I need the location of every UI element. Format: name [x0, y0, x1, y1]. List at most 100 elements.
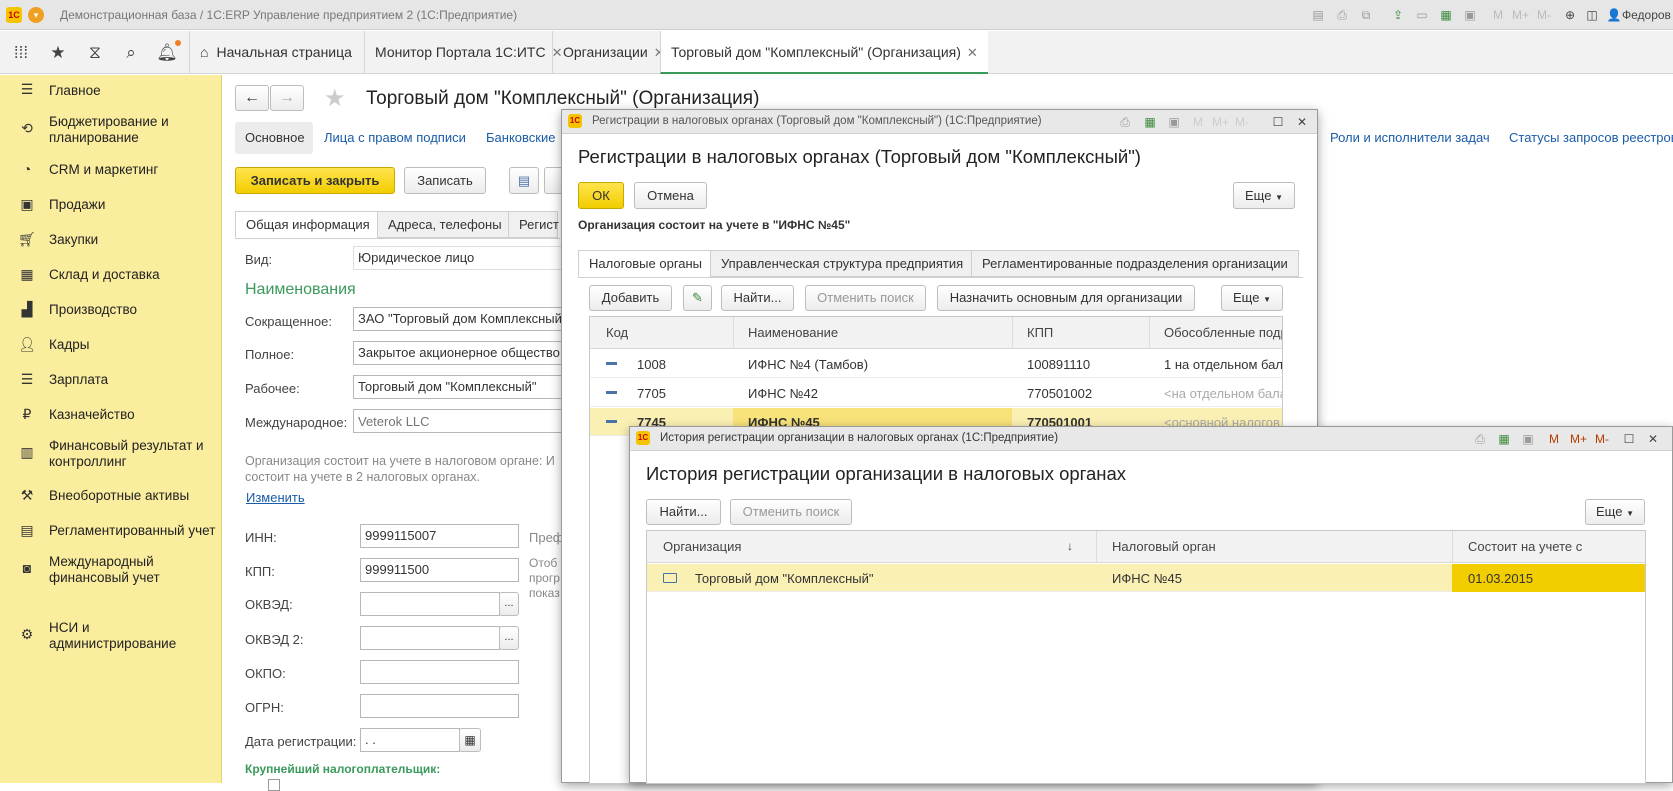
sidebar-item-finance[interactable]: ▥ Финансовый результат и контроллинг — [0, 435, 222, 473]
print-doc-icon[interactable]: ▤ — [509, 167, 539, 194]
more-button[interactable]: Еще ▼ — [1233, 182, 1295, 209]
nav-link-signers[interactable]: Лица с правом подписи — [324, 130, 466, 146]
edit-pencil-icon[interactable]: ✎ — [683, 285, 712, 311]
col-tax-authority[interactable]: Налоговый орган — [1112, 539, 1216, 554]
main-menu-icon[interactable]: ▾ — [28, 7, 44, 23]
tab-registration[interactable]: Регист — [508, 211, 559, 238]
sidebar-item-purchases[interactable]: 🛒︎ Закупки — [0, 225, 222, 257]
tab-trade-house[interactable]: Торговый дом "Комплексный" (Организация)… — [660, 31, 988, 74]
sidebar-item-fixed-assets[interactable]: ⚒ Внеоборотные активы — [0, 481, 222, 513]
okved-field[interactable] — [360, 592, 500, 616]
table-icon[interactable]: ▦ — [1496, 431, 1512, 447]
grid-more-button[interactable]: Еще ▼ — [1221, 285, 1283, 311]
table-row[interactable]: 7705 ИФНС №42 770501002 <на отдельном ба… — [590, 379, 1282, 407]
okved2-field[interactable] — [360, 626, 500, 650]
short-name-field[interactable]: ЗАО "Торговый дом Комплексный" — [353, 307, 563, 331]
tab-general-info[interactable]: Общая информация — [235, 211, 381, 238]
cancel-button[interactable]: Отмена — [634, 182, 707, 209]
m-plus-icon[interactable]: M+ — [1212, 114, 1229, 130]
col-registered-since[interactable]: Состоит на учете с — [1468, 539, 1582, 554]
col-code[interactable]: Код — [606, 325, 628, 340]
favorites-star-icon[interactable]: ★ — [46, 41, 70, 65]
change-link[interactable]: Изменить — [246, 490, 305, 505]
search-icon[interactable]: ⌕ — [119, 41, 143, 65]
m-minus-icon[interactable]: M- — [1234, 114, 1250, 130]
col-name[interactable]: Наименование — [748, 325, 838, 340]
sidebar-item-salary[interactable]: ☰ Зарплата — [0, 365, 222, 397]
save-icon[interactable]: ▤ — [1310, 7, 1326, 23]
find-button[interactable]: Найти... — [721, 285, 794, 311]
save-and-close-button[interactable]: Записать и закрыть — [235, 167, 395, 194]
nav-link-main[interactable]: Основное — [245, 130, 305, 145]
table-row-selected[interactable]: Торговый дом "Комплексный" ИФНС №45 01.0… — [647, 564, 1645, 592]
forward-button[interactable]: → — [270, 85, 304, 111]
close-icon[interactable]: ✕ — [1645, 431, 1661, 447]
full-name-field[interactable]: Закрытое акционерное общество — [353, 341, 563, 365]
nav-link-roles[interactable]: Роли и исполнители задач — [1330, 130, 1490, 146]
sidebar-item-hr[interactable]: 👤︎ Кадры — [0, 330, 222, 362]
nav-link-bank[interactable]: Банковские — [486, 130, 555, 146]
tab-addresses[interactable]: Адреса, телефоны — [377, 211, 513, 238]
tab-its-monitor[interactable]: Монитор Портала 1С:ИТС ✕ — [364, 31, 573, 74]
intl-name-input[interactable] — [353, 409, 563, 433]
inn-field[interactable]: 9999115007 — [360, 524, 519, 548]
add-button[interactable]: Добавить — [589, 285, 672, 311]
close-icon[interactable]: ✕ — [1294, 114, 1310, 130]
upload-icon[interactable]: ⇪ — [1390, 7, 1406, 23]
calendar-icon[interactable]: ▣ — [1520, 431, 1536, 447]
sidebar-item-ifrs[interactable]: ◙ Международный финансовый учет — [0, 551, 222, 589]
favorite-star-icon[interactable]: ★ — [324, 84, 346, 113]
table-icon[interactable]: ▦ — [1142, 114, 1158, 130]
doc-icon[interactable]: ▭ — [1414, 7, 1430, 23]
link-icon[interactable]: ⧉ — [1358, 7, 1374, 23]
calendar-button-icon[interactable]: ▦ — [459, 728, 481, 752]
cancel-search-button[interactable]: Отменить поиск — [805, 285, 926, 311]
tab-regulated-divisions[interactable]: Регламентированные подразделения организ… — [971, 250, 1299, 277]
sidebar-item-admin[interactable]: ⚙ НСИ и администрирование — [0, 617, 222, 655]
m-icon[interactable]: M — [1190, 114, 1206, 130]
m-icon[interactable]: M — [1490, 7, 1506, 23]
m-icon[interactable]: M — [1546, 431, 1562, 447]
sidebar-item-production[interactable]: ▟ Производство — [0, 295, 222, 327]
sidebar-item-sales[interactable]: ▣ Продажи — [0, 190, 222, 222]
okved2-select-button[interactable]: ... — [499, 626, 519, 650]
zoom-icon[interactable]: ⊕ — [1562, 7, 1578, 23]
sidebar-item-main[interactable]: ☰ Главное — [0, 75, 222, 107]
m-minus-icon[interactable]: M- — [1594, 431, 1610, 447]
big-taxpayer-checkbox[interactable] — [268, 779, 280, 791]
history-icon[interactable]: ⧖ — [83, 41, 107, 65]
print-icon[interactable]: ⎙ — [1117, 114, 1133, 130]
maximize-icon[interactable]: ☐ — [1621, 431, 1637, 447]
sidebar-item-warehouse[interactable]: ▦ Склад и доставка — [0, 260, 222, 292]
find-button[interactable]: Найти... — [646, 499, 721, 525]
vid-field[interactable]: Юридическое лицо — [353, 246, 563, 270]
table-row[interactable]: 1008 ИФНС №4 (Тамбов) 100891110 1 на отд… — [590, 350, 1282, 378]
sidebar-item-crm[interactable]: ◔ CRM и маркетинг — [0, 155, 222, 187]
okved-select-button[interactable]: ... — [499, 592, 519, 616]
table-icon[interactable]: ▦ — [1438, 7, 1454, 23]
m-minus-icon[interactable]: M- — [1536, 7, 1552, 23]
maximize-icon[interactable]: ☐ — [1270, 114, 1286, 130]
tab-organizations[interactable]: Организации✕ — [552, 31, 675, 74]
work-name-field[interactable]: Торговый дом "Комплексный" — [353, 375, 563, 399]
m-plus-icon[interactable]: M+ — [1512, 7, 1529, 23]
calendar-icon[interactable]: ▣ — [1166, 114, 1182, 130]
tab-home[interactable]: ⌂ Начальная страница — [189, 31, 362, 74]
tab-tax-authorities[interactable]: Налоговые органы — [578, 250, 714, 277]
col-kpp[interactable]: КПП — [1027, 325, 1053, 340]
sidebar-item-budget[interactable]: ⟲ Бюджетирование и планирование — [0, 111, 222, 149]
set-main-button[interactable]: Назначить основным для организации — [937, 285, 1195, 311]
ogrn-field[interactable] — [360, 694, 519, 718]
apps-grid-icon[interactable]: ⁞⁞⁞ — [9, 41, 33, 65]
back-button[interactable]: ← — [235, 85, 269, 111]
sidebar-item-treasury[interactable]: ₽ Казначейство — [0, 400, 222, 432]
print-icon[interactable]: ⎙ — [1334, 7, 1350, 23]
kpp-field[interactable]: 999911500 — [360, 558, 519, 582]
tab-management-structure[interactable]: Управленческая структура предприятия — [710, 250, 975, 277]
save-button[interactable]: Записать — [404, 167, 486, 194]
regdate-field[interactable]: . . — [360, 728, 460, 752]
nav-link-registry-status[interactable]: Статусы запросов реестров — [1509, 130, 1673, 146]
okpo-field[interactable] — [360, 660, 519, 684]
m-plus-icon[interactable]: M+ — [1570, 431, 1587, 447]
sort-arrow-icon[interactable]: ↓ — [1067, 539, 1073, 553]
